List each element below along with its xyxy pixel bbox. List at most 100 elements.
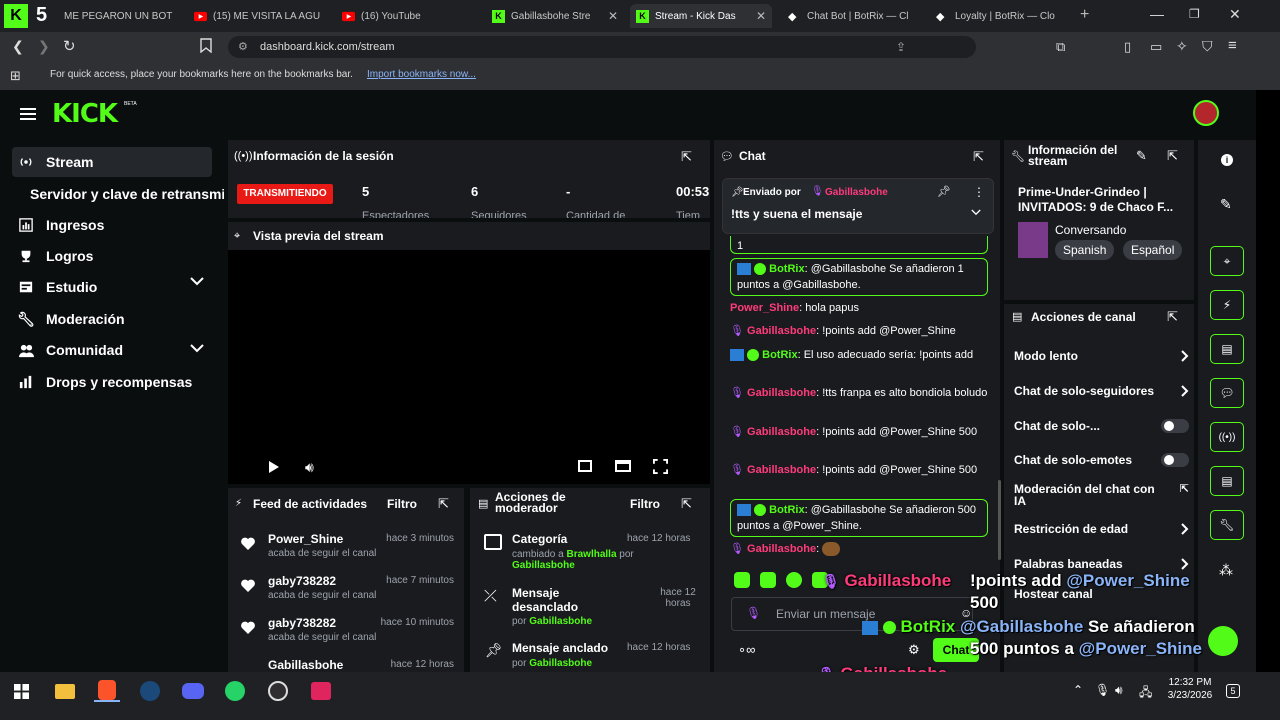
nav-moderacion[interactable]: 🔧︎ Moderación	[12, 304, 212, 334]
nav-server-key[interactable]: Servidor y clave de retransmisión	[24, 179, 224, 209]
pip-icon[interactable]	[578, 460, 592, 472]
play-icon[interactable]	[268, 460, 280, 474]
window-close-icon[interactable]: ✕	[1229, 6, 1241, 23]
mod-user[interactable]: Gabillasbohe	[529, 658, 592, 669]
action-age-restriction[interactable]: Restricción de edad	[1014, 522, 1189, 536]
emotes-only-toggle[interactable]	[1161, 453, 1189, 467]
chat-user[interactable]: Power_Shine	[730, 302, 799, 314]
tab-3[interactable]: (16) YouTube	[336, 4, 476, 28]
feed-filter-button[interactable]: Filtro	[387, 497, 417, 511]
notification-badge[interactable]: 5	[1226, 684, 1240, 698]
action-banned-words[interactable]: Palabras baneadas	[1014, 557, 1189, 571]
nav-logros[interactable]: Logros	[12, 241, 212, 271]
nav-drops[interactable]: Drops y recompensas	[12, 367, 212, 397]
chat-user[interactable]: BotRix	[762, 349, 797, 361]
popout-icon[interactable]: ⇱	[681, 149, 692, 165]
microphone-icon[interactable]: 🎙︎	[1095, 683, 1110, 697]
site-info-icon[interactable]: ⚙	[238, 36, 248, 58]
nav-stream[interactable]: Stream	[12, 147, 212, 177]
emote-icon[interactable]	[734, 572, 750, 588]
nav-comunidad[interactable]: Comunidad	[12, 335, 212, 365]
rail-notes-button[interactable]: ▤	[1210, 334, 1244, 364]
speaker-icon[interactable]: 🔊︎	[1115, 683, 1123, 698]
windows-start-icon[interactable]	[8, 680, 34, 702]
url-field[interactable]: dashboard.kick.com/stream ⚙ ⇪	[228, 36, 976, 58]
feed-user[interactable]: gaby738282	[268, 616, 336, 630]
chat-user[interactable]: Gabillasbohe	[747, 325, 816, 337]
reload-icon[interactable]: ↻	[63, 37, 76, 55]
close-icon[interactable]: ✕	[756, 9, 766, 23]
chat-user[interactable]: Gabillasbohe	[747, 387, 816, 399]
emote-icon[interactable]	[786, 572, 802, 588]
chat-user[interactable]: BotRix	[769, 263, 804, 275]
kick-logo[interactable]: KICK	[52, 99, 118, 129]
mod-user[interactable]: Gabillasbohe	[512, 560, 575, 571]
more-icon[interactable]: ⋮	[973, 185, 985, 199]
floating-action-button[interactable]	[1208, 626, 1238, 656]
extensions-icon[interactable]: ⧉	[1056, 39, 1065, 55]
feed-user[interactable]: Power_Shine	[268, 532, 343, 546]
nav-estudio[interactable]: Estudio	[12, 272, 212, 302]
unpin-button[interactable]: 📌︎	[937, 185, 951, 198]
forward-icon[interactable]: ❯	[38, 38, 50, 55]
volume-icon[interactable]: 🔊︎	[305, 459, 314, 476]
chat-user[interactable]: Gabillasbohe	[747, 464, 816, 476]
tag-chip[interactable]: Spanish	[1055, 240, 1115, 260]
rail-chat-button[interactable]: 💬︎	[1210, 378, 1244, 408]
steam-icon[interactable]	[137, 680, 163, 702]
edit-icon[interactable]: ✎	[1220, 196, 1232, 213]
tray-chevron-icon[interactable]: ⌃	[1073, 683, 1083, 697]
tab-6[interactable]: ◆ Chat Bot | BotRix — Cl	[782, 4, 924, 28]
mod-user[interactable]: Gabillasbohe	[529, 616, 592, 627]
popout-icon[interactable]: ⇱	[681, 496, 692, 512]
rail-preview-button[interactable]: ⌖	[1210, 246, 1244, 276]
popout-icon[interactable]: ⇱	[973, 149, 984, 165]
chevron-down-icon[interactable]	[190, 276, 204, 286]
avatar[interactable]	[1193, 100, 1219, 126]
tab-4[interactable]: K Gabillasbohe Stre ✕	[486, 4, 624, 28]
category-name[interactable]: Brawlhalla	[566, 549, 616, 560]
action-followers-only[interactable]: Chat de solo-seguidores	[1014, 384, 1189, 398]
action-subs-only[interactable]: Chat de solo-...	[1014, 419, 1189, 433]
tab-2[interactable]: (15) ME VISITA LA AGU	[188, 4, 333, 28]
kick-favicon[interactable]: K	[4, 4, 28, 28]
popout-icon[interactable]: ⇱	[1167, 148, 1178, 164]
chat-scrollbar[interactable]	[998, 480, 1001, 560]
sidebar-icon[interactable]: ▯	[1124, 39, 1131, 55]
clock-date[interactable]: 3/23/2026	[1160, 690, 1220, 701]
chat-user[interactable]: BotRix	[769, 504, 804, 516]
bookmark-icon[interactable]	[200, 38, 212, 53]
popout-icon[interactable]: ⇱	[1167, 309, 1178, 325]
share-icon[interactable]: ⁂	[1219, 562, 1233, 579]
chat-user[interactable]: Gabillasbohe	[747, 543, 816, 555]
tab-1[interactable]: ME PEGARON UN BOT	[58, 4, 178, 28]
chat-user[interactable]: Gabillasbohe	[747, 426, 816, 438]
settings-icon[interactable]: ⚙	[908, 642, 920, 658]
network-icon[interactable]: 🖧︎	[1139, 683, 1152, 704]
action-emotes-only[interactable]: Chat de solo-emotes	[1014, 453, 1189, 467]
rail-streaminfo-button[interactable]: 🔧︎	[1210, 510, 1244, 540]
tag-chip[interactable]: Español	[1123, 240, 1183, 260]
nav-ingresos[interactable]: Ingresos	[12, 210, 212, 240]
tab-5-active[interactable]: K Stream - Kick Das ✕	[630, 4, 772, 28]
edit-icon[interactable]: ✎	[1136, 148, 1147, 164]
action-ai-moderation[interactable]: Moderación del chat con IA ⇱	[1014, 483, 1189, 507]
mod-filter-button[interactable]: Filtro	[630, 497, 660, 511]
minimize-icon[interactable]: —	[1150, 6, 1164, 22]
rail-session-button[interactable]: ((•))	[1210, 422, 1244, 452]
pinned-user[interactable]: Gabillasbohe	[825, 187, 888, 198]
close-icon[interactable]: ✕	[608, 9, 618, 23]
chevron-down-icon[interactable]	[971, 209, 981, 216]
whatsapp-icon[interactable]	[222, 680, 248, 702]
apps-icon[interactable]: ⊞	[10, 68, 21, 84]
leo-ai-icon[interactable]: ✧	[1176, 38, 1188, 55]
file-explorer-icon[interactable]	[52, 680, 78, 702]
app-icon[interactable]	[308, 680, 334, 702]
rail-activity-button[interactable]: ⚡︎	[1210, 290, 1244, 320]
discord-icon[interactable]	[180, 680, 206, 702]
menu-icon[interactable]: ≡	[1228, 37, 1237, 54]
maximize-icon[interactable]: ❐	[1189, 7, 1200, 21]
subs-only-toggle[interactable]	[1161, 419, 1189, 433]
back-icon[interactable]: ❮	[12, 38, 24, 55]
obs-icon[interactable]	[265, 680, 291, 702]
